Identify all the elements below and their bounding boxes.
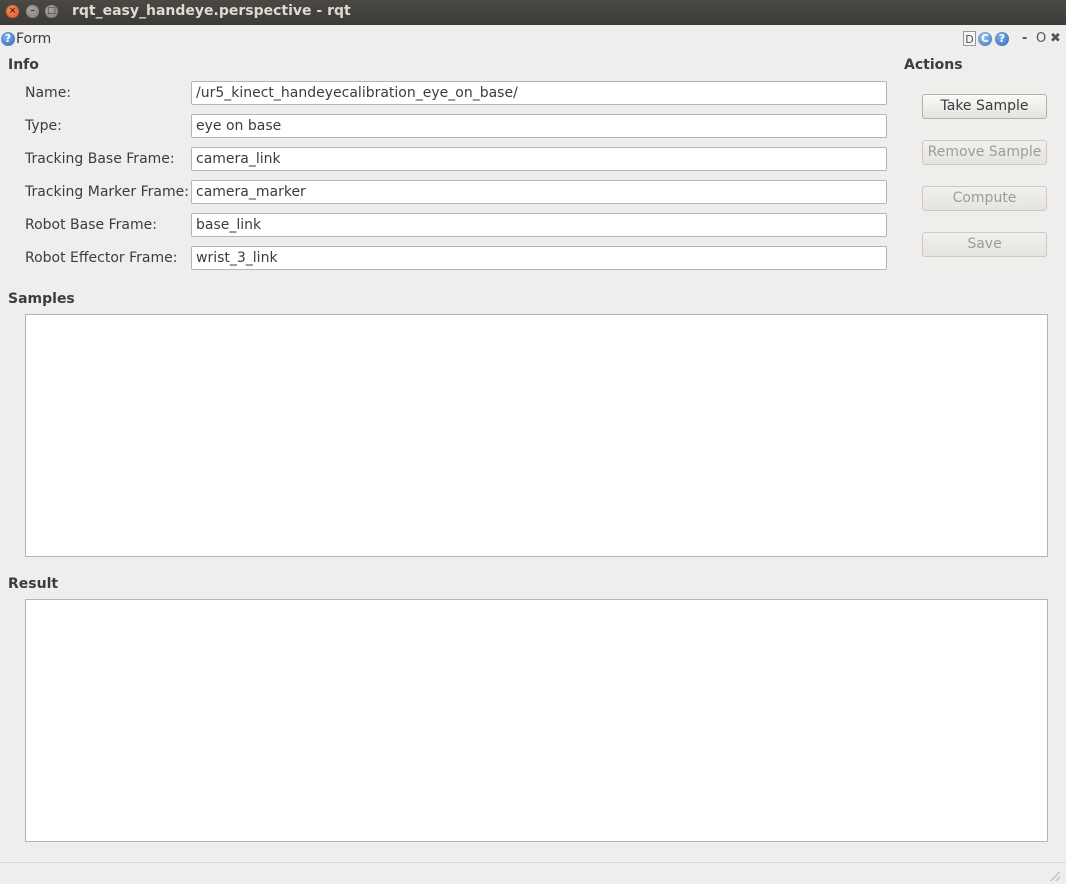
remove-sample-button[interactable]: Remove Sample [922, 140, 1047, 165]
window-minimize-button[interactable]: – [26, 5, 39, 18]
reload-icon[interactable]: C [978, 32, 992, 46]
help-icon[interactable]: ? [1, 32, 15, 46]
tracking-marker-frame-label: Tracking Marker Frame: [25, 184, 189, 200]
tracking-base-frame-field[interactable]: camera_link [191, 147, 887, 171]
window-maximize-button[interactable]: □ [45, 5, 58, 18]
maximize-icon: □ [47, 6, 56, 16]
robot-base-frame-field[interactable]: base_link [191, 213, 887, 237]
plugin-close-button[interactable]: ✖ [1050, 31, 1061, 46]
close-icon: × [8, 6, 17, 16]
name-field[interactable]: /ur5_kinect_handeyecalibration_eye_on_ba… [191, 81, 887, 105]
result-section-label: Result [8, 576, 59, 592]
status-bar [0, 862, 1066, 884]
samples-list[interactable] [25, 314, 1048, 557]
minimize-icon: – [30, 6, 35, 16]
actions-section-label: Actions [904, 57, 963, 73]
window-titlebar: × – □ rqt_easy_handeye.perspective - rqt [0, 0, 1066, 25]
plugin-minimize-button[interactable]: - [1022, 31, 1027, 46]
name-label: Name: [25, 85, 72, 101]
window-close-button[interactable]: × [6, 5, 19, 18]
samples-section-label: Samples [8, 291, 75, 307]
compute-button[interactable]: Compute [922, 186, 1047, 211]
resize-grip-icon[interactable] [1050, 871, 1060, 881]
info-section-label: Info [8, 57, 39, 73]
debug-button[interactable]: D [963, 31, 976, 46]
take-sample-button[interactable]: Take Sample [922, 94, 1047, 119]
plugin-header: ? Form D C ? - O ✖ [0, 28, 1066, 50]
tracking-marker-frame-field[interactable]: camera_marker [191, 180, 887, 204]
result-text-area[interactable] [25, 599, 1048, 842]
robot-base-frame-label: Robot Base Frame: [25, 217, 157, 233]
type-label: Type: [25, 118, 62, 134]
plugin-float-button[interactable]: O [1036, 31, 1046, 46]
robot-effector-frame-label: Robot Effector Frame: [25, 250, 178, 266]
robot-effector-frame-field[interactable]: wrist_3_link [191, 246, 887, 270]
window-title: rqt_easy_handeye.perspective - rqt [72, 3, 351, 19]
save-button[interactable]: Save [922, 232, 1047, 257]
plugin-help-icon[interactable]: ? [995, 32, 1009, 46]
plugin-title: Form [16, 31, 52, 47]
type-field[interactable]: eye on base [191, 114, 887, 138]
tracking-base-frame-label: Tracking Base Frame: [25, 151, 175, 167]
